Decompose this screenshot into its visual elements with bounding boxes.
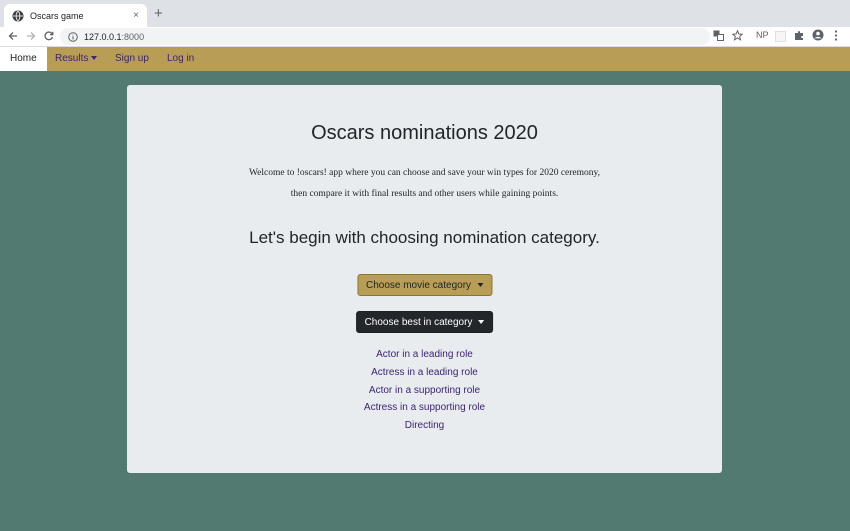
- translate-icon[interactable]: [713, 30, 724, 41]
- bookmark-star-icon[interactable]: [732, 30, 743, 41]
- forward-icon[interactable]: [26, 31, 36, 41]
- page-title: Oscars nominations 2020: [311, 122, 538, 144]
- new-tab-icon[interactable]: +: [154, 5, 163, 22]
- url-text: 127.0.0.1:8000: [84, 32, 144, 42]
- tab-title: Oscars game: [30, 10, 84, 21]
- category-link-actor-supporting[interactable]: Actor in a supporting role: [127, 382, 722, 400]
- browser-tab-bar: Oscars game × +: [0, 0, 850, 27]
- puzzle-icon[interactable]: [794, 30, 805, 41]
- nav-results-dropdown[interactable]: Results: [55, 47, 98, 71]
- caret-down-icon: [91, 56, 98, 60]
- np-extension-icon[interactable]: NP: [756, 30, 769, 40]
- url-host: 127.0.0.1: [84, 31, 122, 42]
- caret-down-icon: [477, 283, 484, 287]
- choose-best-in-category-label: Choose best in category: [364, 317, 473, 328]
- section-subtitle: Let's begin with choosing nomination cat…: [249, 228, 600, 247]
- choose-movie-category-button[interactable]: Choose movie category: [356, 274, 493, 296]
- nav-home[interactable]: Home: [0, 47, 47, 71]
- url-port: :8000: [121, 31, 145, 42]
- site-navbar: Home Results Sign up Log in: [0, 47, 850, 71]
- info-icon[interactable]: [68, 31, 78, 42]
- choose-movie-category-label: Choose movie category: [365, 280, 472, 291]
- category-link-list: Actor in a leading role Actress in a lea…: [127, 346, 722, 435]
- address-bar[interactable]: 127.0.0.1:8000: [60, 28, 710, 45]
- browser-toolbar: 127.0.0.1:8000 NP: [0, 27, 850, 47]
- category-link-actor-leading[interactable]: Actor in a leading role: [127, 346, 722, 364]
- nav-results-label: Results: [55, 53, 89, 64]
- category-link-actress-supporting[interactable]: Actress in a supporting role: [127, 399, 722, 417]
- caret-down-icon: [478, 320, 485, 324]
- globe-icon: [12, 10, 24, 21]
- reload-icon[interactable]: [44, 31, 54, 41]
- choose-best-in-category-button[interactable]: Choose best in category: [355, 311, 494, 333]
- kebab-menu-icon[interactable]: [834, 30, 838, 41]
- main-card: Oscars nominations 2020 Welcome to !osca…: [127, 85, 722, 473]
- browser-tab[interactable]: Oscars game ×: [4, 4, 147, 27]
- nav-login[interactable]: Log in: [167, 47, 194, 71]
- intro-line-1: Welcome to !oscars! app where you can ch…: [248, 168, 601, 178]
- tab-close-icon[interactable]: ×: [133, 10, 139, 21]
- category-link-actress-leading[interactable]: Actress in a leading role: [127, 364, 722, 382]
- extension-placeholder-icon[interactable]: [775, 31, 786, 42]
- category-link-directing[interactable]: Directing: [127, 417, 722, 435]
- back-icon[interactable]: [8, 31, 18, 41]
- nav-signup[interactable]: Sign up: [115, 47, 149, 71]
- intro-text: Welcome to !oscars! app where you can ch…: [127, 163, 722, 205]
- profile-icon[interactable]: [812, 29, 824, 41]
- intro-line-2: then compare it with final results and o…: [290, 189, 559, 199]
